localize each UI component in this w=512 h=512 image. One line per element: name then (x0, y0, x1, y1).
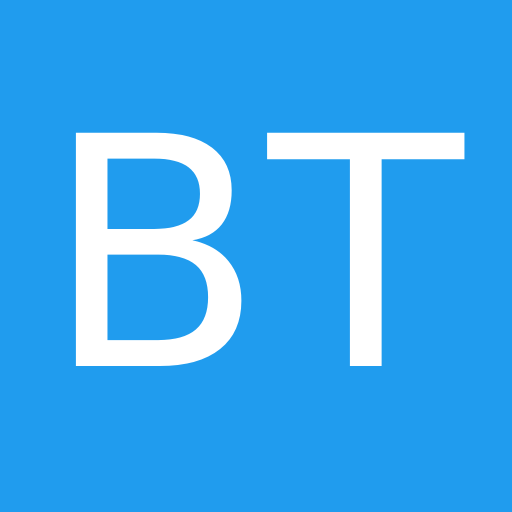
avatar-initials: BT (44, 70, 468, 442)
avatar: BT (0, 0, 512, 512)
